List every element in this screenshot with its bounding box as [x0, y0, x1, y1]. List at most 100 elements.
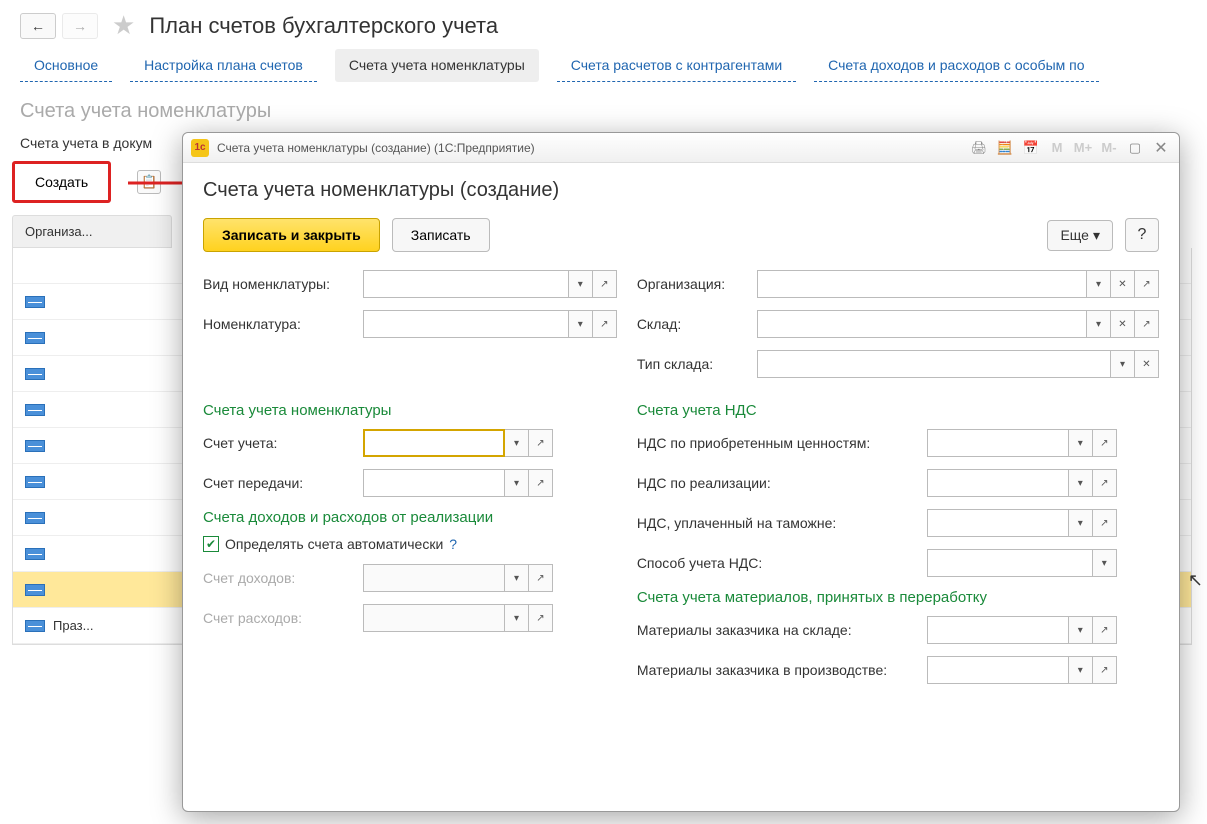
calendar-icon[interactable]: 📅	[1021, 138, 1041, 158]
dropdown-icon[interactable]: ▾	[505, 429, 529, 457]
input-mat-warehouse[interactable]	[927, 616, 1069, 644]
input-kind[interactable]	[363, 270, 569, 298]
row-icon	[25, 296, 45, 308]
nav-forward-button[interactable]: →	[62, 13, 98, 39]
label-transfer: Счет передачи:	[203, 475, 363, 491]
dropdown-icon[interactable]: ▾	[1069, 509, 1093, 537]
tab-plan-settings[interactable]: Настройка плана счетов	[130, 49, 317, 82]
page-title: План счетов бухгалтерского учета	[149, 13, 498, 39]
dropdown-icon[interactable]: ▾	[505, 469, 529, 497]
input-mat-production[interactable]	[927, 656, 1069, 684]
row-icon	[25, 440, 45, 452]
tab-nomenclature-accounts[interactable]: Счета учета номенклатуры	[335, 49, 539, 82]
open-icon[interactable]: ↗	[1093, 656, 1117, 684]
dropdown-icon[interactable]: ▾	[1087, 270, 1111, 298]
input-expense-account	[363, 604, 505, 632]
clear-icon[interactable]: ✕	[1111, 310, 1135, 338]
dropdown-icon[interactable]: ▾	[1111, 350, 1135, 378]
label-kind: Вид номенклатуры:	[203, 276, 363, 292]
dropdown-icon[interactable]: ▾	[1087, 310, 1111, 338]
section-accounts: Счета учета номенклатуры	[203, 402, 617, 419]
more-button[interactable]: Еще ▾	[1047, 220, 1113, 251]
label-org: Организация:	[637, 276, 757, 292]
row-icon	[25, 368, 45, 380]
dropdown-icon[interactable]: ▾	[1069, 429, 1093, 457]
label-nomenclature: Номенклатура:	[203, 316, 363, 332]
input-vat-purchase[interactable]	[927, 429, 1069, 457]
dialog-heading: Счета учета номенклатуры (создание)	[203, 179, 1159, 202]
open-icon[interactable]: ↗	[593, 270, 617, 298]
open-icon[interactable]: ↗	[529, 469, 553, 497]
tab-contractor-accounts[interactable]: Счета расчетов с контрагентами	[557, 49, 796, 82]
input-income-account	[363, 564, 505, 592]
input-nomenclature[interactable]	[363, 310, 569, 338]
input-transfer[interactable]	[363, 469, 505, 497]
memory-mminus-icon[interactable]: M-	[1099, 138, 1119, 158]
app-1c-icon: 1c	[191, 139, 209, 157]
help-button[interactable]: ?	[1125, 218, 1159, 252]
dialog-title-text: Счета учета номенклатуры (создание) (1С:…	[217, 141, 969, 155]
label-warehouse-type: Тип склада:	[637, 356, 757, 372]
input-vat-sale[interactable]	[927, 469, 1069, 497]
row-icon	[25, 512, 45, 524]
tab-income-expense[interactable]: Счета доходов и расходов с особым по	[814, 49, 1098, 82]
tab-main[interactable]: Основное	[20, 49, 112, 82]
label-warehouse: Склад:	[637, 316, 757, 332]
close-icon[interactable]: ✕	[1151, 138, 1171, 158]
input-vat-method[interactable]	[927, 549, 1093, 577]
row-icon	[25, 476, 45, 488]
section-income: Счета доходов и расходов от реализации	[203, 509, 617, 526]
row-label: Праз...	[53, 618, 93, 633]
clear-icon[interactable]: ✕	[1111, 270, 1135, 298]
row-icon	[25, 332, 45, 344]
open-icon[interactable]: ↗	[1093, 429, 1117, 457]
restore-window-icon[interactable]: ▢	[1125, 138, 1145, 158]
dropdown-icon: ▾	[505, 564, 529, 592]
row-icon	[25, 548, 45, 560]
dropdown-icon[interactable]: ▾	[569, 270, 593, 298]
clear-icon[interactable]: ✕	[1135, 350, 1159, 378]
dropdown-icon[interactable]: ▾	[1093, 549, 1117, 577]
favorite-star-icon[interactable]: ★	[112, 10, 135, 41]
open-icon: ↗	[529, 564, 553, 592]
open-icon[interactable]: ↗	[1135, 310, 1159, 338]
create-dialog: 1c Счета учета номенклатуры (создание) (…	[182, 132, 1180, 812]
open-icon[interactable]: ↗	[1135, 270, 1159, 298]
save-button[interactable]: Записать	[392, 218, 490, 252]
label-vat-customs: НДС, уплаченный на таможне:	[637, 515, 927, 531]
open-icon[interactable]: ↗	[529, 429, 553, 457]
dropdown-icon[interactable]: ▾	[1069, 469, 1093, 497]
input-warehouse-type[interactable]	[757, 350, 1111, 378]
list-column-header[interactable]: Организа...	[12, 215, 172, 248]
input-account[interactable]	[363, 429, 505, 457]
auto-accounts-label: Определять счета автоматически	[225, 536, 443, 552]
dropdown-icon[interactable]: ▾	[1069, 656, 1093, 684]
nav-back-button[interactable]: ←	[20, 13, 56, 39]
open-icon[interactable]: ↗	[1093, 469, 1117, 497]
memory-m-icon[interactable]: M	[1047, 138, 1067, 158]
help-question-icon[interactable]: ?	[449, 536, 457, 552]
auto-accounts-checkbox[interactable]: ✔	[203, 536, 219, 552]
dropdown-icon[interactable]: ▾	[1069, 616, 1093, 644]
input-org[interactable]	[757, 270, 1087, 298]
dropdown-icon[interactable]: ▾	[569, 310, 593, 338]
open-icon[interactable]: ↗	[1093, 616, 1117, 644]
calculator-icon[interactable]: 🧮	[995, 138, 1015, 158]
dropdown-icon: ▾	[505, 604, 529, 632]
print-icon[interactable]: 🖨	[969, 138, 989, 158]
open-icon[interactable]: ↗	[593, 310, 617, 338]
label-account: Счет учета:	[203, 435, 363, 451]
row-icon	[25, 620, 45, 632]
tab-bar: Основное Настройка плана счетов Счета уч…	[0, 49, 1207, 82]
dialog-titlebar[interactable]: 1c Счета учета номенклатуры (создание) (…	[183, 133, 1179, 163]
copy-button[interactable]: 📋	[137, 170, 161, 194]
input-vat-customs[interactable]	[927, 509, 1069, 537]
memory-mplus-icon[interactable]: M+	[1073, 138, 1093, 158]
more-label: Еще	[1060, 227, 1089, 243]
section-vat: Счета учета НДС	[637, 402, 1159, 419]
input-warehouse[interactable]	[757, 310, 1087, 338]
create-button[interactable]: Создать	[12, 161, 111, 203]
label-vat-method: Способ учета НДС:	[637, 555, 927, 571]
save-and-close-button[interactable]: Записать и закрыть	[203, 218, 380, 252]
open-icon[interactable]: ↗	[1093, 509, 1117, 537]
